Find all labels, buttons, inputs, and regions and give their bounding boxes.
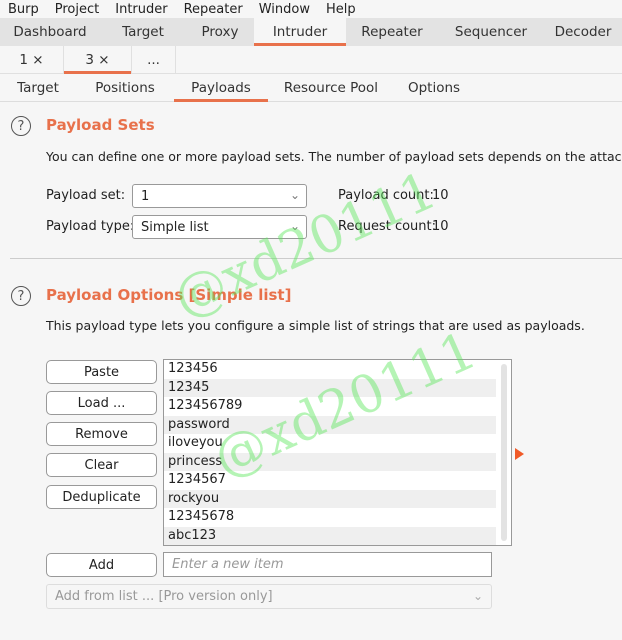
chevron-down-icon: ⌄ <box>472 589 483 603</box>
list-scrollbar[interactable] <box>501 364 507 541</box>
add-from-list-label: Add from list ... [Pro version only] <box>55 589 273 604</box>
attack-tab-3[interactable]: 3 × <box>64 46 132 74</box>
payload-type-select[interactable]: Simple list ⌄ <box>132 215 307 239</box>
list-item[interactable]: 12345 <box>164 378 496 397</box>
tab-sequencer[interactable]: Sequencer <box>438 18 544 46</box>
main-tab-bar: Dashboard Target Proxy Intruder Repeater… <box>0 18 622 46</box>
payload-set-value: 1 <box>141 188 150 204</box>
menu-repeater[interactable]: Repeater <box>176 2 251 17</box>
payload-options-description: This payload type lets you configure a s… <box>46 318 585 333</box>
tab-proxy[interactable]: Proxy <box>186 18 254 46</box>
intruder-sub-tab-bar: Target Positions Payloads Resource Pool … <box>0 74 622 102</box>
request-count-label: Request count: <box>338 219 436 234</box>
payload-type-value: Simple list <box>141 219 209 235</box>
tab-repeater[interactable]: Repeater <box>346 18 438 46</box>
paste-button[interactable]: Paste <box>46 360 157 384</box>
tab-intruder[interactable]: Intruder <box>254 18 346 46</box>
load-button[interactable]: Load ... <box>46 391 157 415</box>
list-item[interactable]: princess <box>164 452 496 471</box>
list-item[interactable]: 123456789 <box>164 397 496 416</box>
clear-button[interactable]: Clear <box>46 453 157 477</box>
menu-project[interactable]: Project <box>47 2 107 17</box>
subtab-positions[interactable]: Positions <box>76 74 174 102</box>
payload-sets-heading: Payload Sets <box>46 116 155 134</box>
add-button[interactable]: Add <box>46 553 157 577</box>
request-count-value: 10 <box>432 219 449 234</box>
list-item[interactable]: 12345678 <box>164 508 496 527</box>
payload-type-label: Payload type: <box>46 219 135 234</box>
list-item[interactable]: rockyou <box>164 489 496 508</box>
chevron-down-icon: ⌄ <box>289 188 300 202</box>
list-item[interactable]: abc123 <box>164 526 496 545</box>
menu-burp[interactable]: Burp <box>0 2 47 17</box>
payload-list[interactable]: 123456 12345 123456789 password iloveyou… <box>163 359 512 546</box>
subtab-resource-pool[interactable]: Resource Pool <box>268 74 394 102</box>
menu-window[interactable]: Window <box>251 2 318 17</box>
new-attack-tab[interactable]: ... <box>132 46 176 74</box>
subtab-payloads[interactable]: Payloads <box>174 74 268 102</box>
remove-button[interactable]: Remove <box>46 422 157 446</box>
list-item[interactable]: iloveyou <box>164 434 496 453</box>
list-item[interactable]: 123456 <box>164 360 496 379</box>
menu-intruder[interactable]: Intruder <box>107 2 175 17</box>
attack-tab-bar: 1 × 3 × ... <box>0 46 622 74</box>
chevron-down-icon: ⌄ <box>289 219 300 233</box>
menu-bar: Burp Project Intruder Repeater Window He… <box>0 0 622 18</box>
payload-count-value: 10 <box>432 188 449 203</box>
subtab-target[interactable]: Target <box>0 74 76 102</box>
list-item[interactable]: password <box>164 415 496 434</box>
add-from-list-select: Add from list ... [Pro version only] ⌄ <box>46 584 492 609</box>
new-item-input[interactable] <box>163 552 492 577</box>
payload-set-label: Payload set: <box>46 188 126 203</box>
expand-arrow-icon[interactable] <box>515 448 524 460</box>
menu-help[interactable]: Help <box>318 2 364 17</box>
payload-set-select[interactable]: 1 ⌄ <box>132 184 307 208</box>
payload-sets-description: You can define one or more payload sets.… <box>46 149 622 164</box>
tab-dashboard[interactable]: Dashboard <box>0 18 100 46</box>
attack-tab-1[interactable]: 1 × <box>0 46 64 74</box>
tab-decoder[interactable]: Decoder <box>544 18 622 46</box>
help-icon[interactable]: ? <box>11 286 31 306</box>
section-divider <box>10 258 622 259</box>
payload-count-label: Payload count: <box>338 188 434 203</box>
list-item[interactable]: 1234567 <box>164 471 496 490</box>
deduplicate-button[interactable]: Deduplicate <box>46 485 157 509</box>
tab-target[interactable]: Target <box>100 18 186 46</box>
subtab-options[interactable]: Options <box>394 74 474 102</box>
help-icon[interactable]: ? <box>11 116 31 136</box>
payload-options-heading: Payload Options [Simple list] <box>46 286 292 304</box>
